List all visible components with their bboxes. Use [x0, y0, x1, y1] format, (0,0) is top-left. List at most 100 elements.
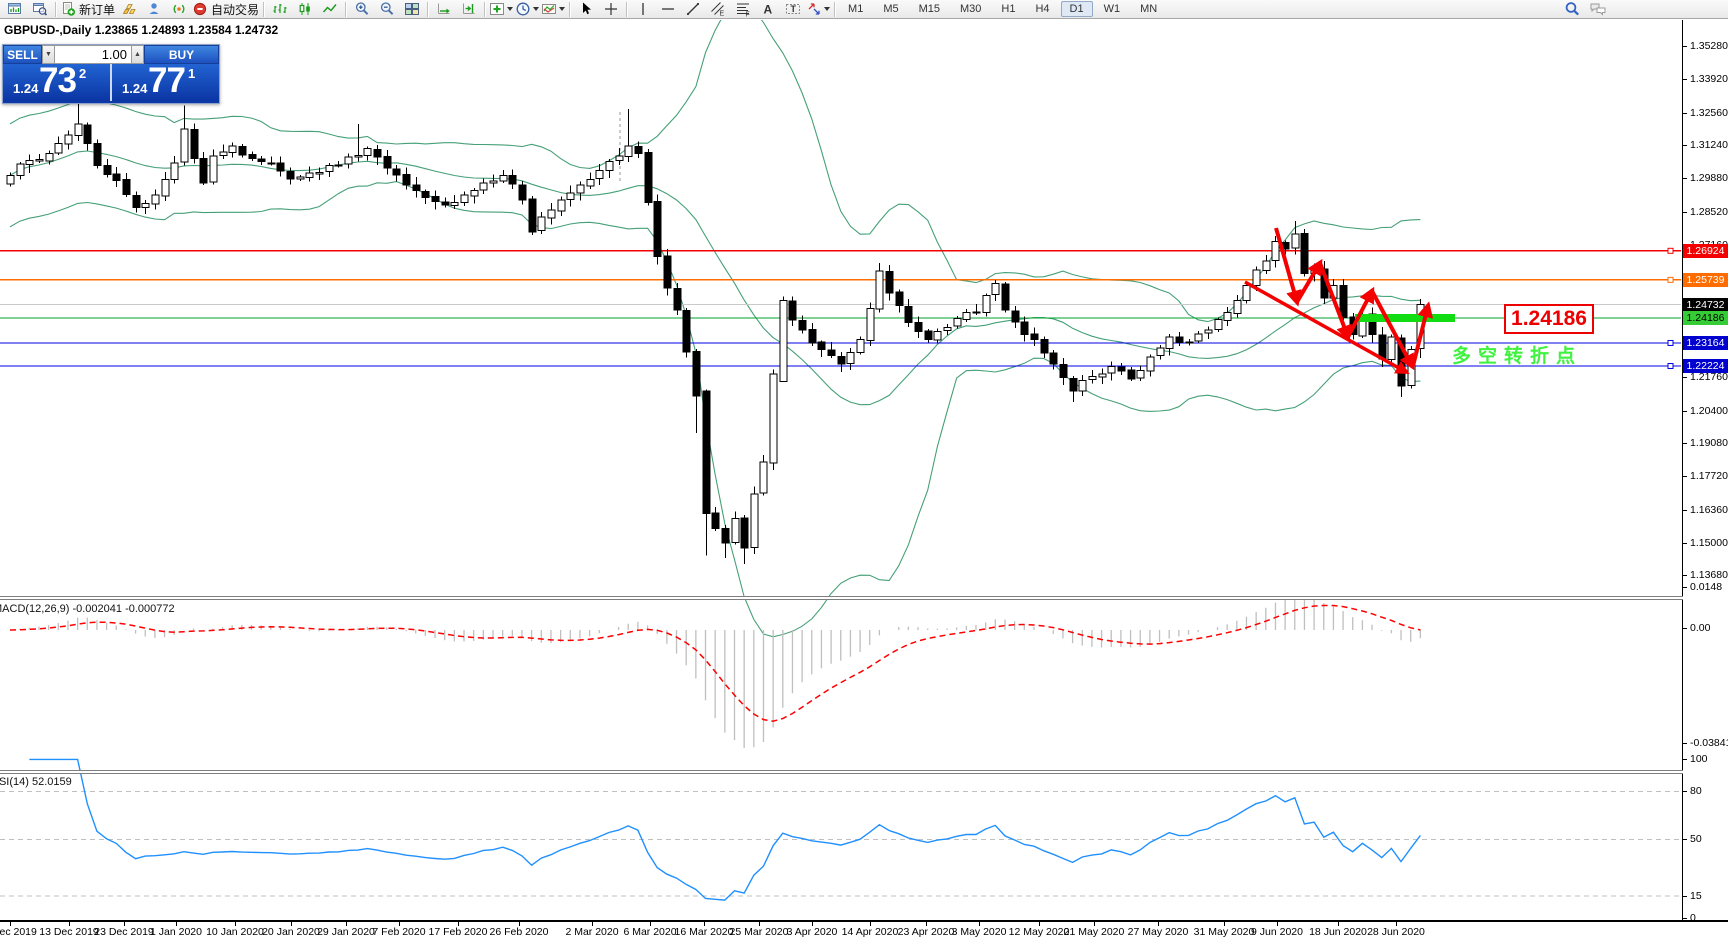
price-tick-label: 1.16360 — [1690, 503, 1728, 516]
date-label: 14 Apr 2020 — [841, 926, 899, 938]
buy-button[interactable]: BUY — [144, 45, 219, 64]
tf-button-M15[interactable]: M15 — [910, 1, 949, 17]
toolbar-button-equidistant-channel[interactable]: E — [705, 1, 730, 18]
toolbar-button-arrows[interactable] — [805, 1, 831, 18]
toolbar-button-signals[interactable] — [166, 1, 191, 18]
toolbar-button-search[interactable] — [1560, 1, 1585, 18]
toolbar-button-candles-chart[interactable] — [292, 1, 317, 18]
price-line-label-1.24186: 1.24186 — [1683, 310, 1728, 325]
date-label: 23 Dec 2019 — [94, 926, 154, 938]
sell-price-display[interactable]: 1.24 73 2 — [3, 64, 112, 101]
toolbar-button-community[interactable] — [141, 1, 166, 18]
hline-handle-1.23164[interactable] — [1667, 339, 1674, 346]
price-tick-label: 1.29880 — [1690, 172, 1728, 185]
toolbar-button-autotrading[interactable]: 自动交易 — [191, 1, 260, 18]
auto-scroll-icon — [436, 1, 452, 17]
macd-tick-mark — [1683, 587, 1687, 588]
macd-tick-label: -0.038415 — [1690, 737, 1728, 749]
chat-icon — [1589, 1, 1607, 17]
macd-tick-label: 0.0148 — [1690, 581, 1723, 593]
volume-increase-button[interactable]: ▲ — [131, 45, 144, 64]
rsi-tick-mark — [1683, 839, 1687, 840]
rsi-tick-mark — [1683, 759, 1687, 760]
indicators-caret-icon[interactable] — [507, 7, 514, 11]
toolbar-button-templates[interactable] — [540, 1, 566, 18]
toolbar-button-profiles[interactable] — [27, 1, 52, 18]
price-tick-label: 1.21760 — [1690, 371, 1728, 384]
indicators-icon — [489, 1, 505, 17]
buy-price-display[interactable]: 1.24 77 1 — [112, 64, 219, 101]
templates-caret-icon[interactable] — [559, 7, 566, 11]
toolbar-button-new-chart[interactable] — [2, 1, 27, 18]
date-label: 26 Feb 2020 — [489, 926, 549, 938]
tf-button-M5[interactable]: M5 — [874, 1, 907, 17]
toolbar-button-chat[interactable] — [1585, 1, 1610, 18]
price-tick-label: 1.17720 — [1690, 470, 1728, 483]
time-axis[interactable]: 3 Dec 201913 Dec 201923 Dec 20191 Jan 20… — [0, 922, 1728, 941]
date-label: 20 Jan 2020 — [262, 926, 320, 938]
green-highlight-bar[interactable] — [1355, 314, 1455, 322]
toolbar-button-tile-windows[interactable] — [399, 1, 424, 18]
tf-button-M1[interactable]: M1 — [839, 1, 872, 17]
date-label: 25 Mar 2020 — [729, 926, 789, 938]
price-tag-label[interactable]: 1.24186 — [1504, 304, 1594, 334]
toolbar-button-text-label[interactable]: T — [780, 1, 805, 18]
chart-canvas[interactable] — [0, 20, 1682, 922]
date-label: 23 Apr 2020 — [897, 926, 955, 938]
new-order-icon — [60, 1, 76, 17]
hline-handle-1.25739[interactable] — [1667, 276, 1674, 283]
price-tick-mark — [1683, 410, 1687, 412]
toolbar-button-line-chart[interactable] — [317, 1, 342, 18]
tf-button-MN[interactable]: MN — [1131, 1, 1166, 17]
toolbar-button-trendline[interactable] — [680, 1, 705, 18]
tf-button-H1[interactable]: H1 — [992, 1, 1024, 17]
toolbar-button-auto-scroll[interactable] — [431, 1, 456, 18]
hline-handle-1.22224[interactable] — [1667, 363, 1674, 370]
rsi-tick-label: 100 — [1690, 753, 1708, 765]
toolbar-button-chart-shift[interactable] — [456, 1, 481, 18]
macd-tick-mark — [1683, 743, 1687, 744]
tf-button-W1[interactable]: W1 — [1095, 1, 1130, 17]
toolbar: 新订单 自动交易 E F A T M1 M5 M15 M30 H1 H4 D1 W1 MN — [0, 0, 1728, 19]
pane-separator-rsi[interactable] — [0, 770, 1728, 774]
sell-button[interactable]: SELL — [3, 45, 42, 64]
sell-price-main: 73 — [39, 64, 77, 100]
tf-button-D1[interactable]: D1 — [1060, 1, 1093, 17]
date-label: 3 Apr 2020 — [786, 926, 838, 938]
search-icon — [1564, 1, 1581, 18]
tf-button-H4[interactable]: H4 — [1026, 1, 1058, 17]
rsi-tick-mark — [1683, 896, 1687, 897]
toolbar-button-horizontal-line[interactable] — [655, 1, 680, 18]
toolbar-button-text[interactable]: A — [755, 1, 780, 18]
tf-button-M30[interactable]: M30 — [951, 1, 990, 17]
toolbar-button-zoom-in[interactable] — [349, 1, 374, 18]
toolbar-button-new-order[interactable]: 新订单 — [59, 1, 116, 18]
toolbar-button-bars-chart[interactable] — [267, 1, 292, 18]
toolbar-button-crosshair[interactable] — [598, 1, 623, 18]
buy-price-main: 77 — [148, 64, 186, 100]
toolbar-button-zoom-out[interactable] — [374, 1, 399, 18]
price-tick-mark — [1683, 145, 1687, 147]
price-tick-label: 1.13680 — [1690, 569, 1728, 582]
volume-input[interactable] — [55, 45, 131, 64]
arrows-caret-icon[interactable] — [824, 7, 831, 11]
date-label: 31 May 2020 — [1193, 926, 1255, 938]
pane-separator-macd[interactable] — [0, 596, 1728, 600]
turning-point-text[interactable]: 多空转折点 — [1452, 341, 1582, 368]
toolbar-button-vertical-line[interactable] — [630, 1, 655, 18]
periods-caret-icon[interactable] — [533, 7, 540, 11]
toolbar-button-market[interactable] — [116, 1, 141, 18]
volume-decrease-button[interactable]: ▼ — [42, 45, 55, 64]
toolbar-button-periods[interactable] — [514, 1, 540, 18]
toolbar-button-fibonacci[interactable]: F — [730, 1, 755, 18]
rsi-tick-label: 80 — [1690, 785, 1702, 797]
date-label: 3 May 2020 — [951, 926, 1007, 938]
price-axis[interactable]: 1.35280 1.33920 1.32560 1.31240 1.29880 1.285… — [1683, 20, 1728, 924]
toolbar-separator — [834, 1, 836, 17]
toolbar-separator — [569, 1, 571, 17]
hline-handle-1.26924[interactable] — [1667, 247, 1674, 254]
toolbar-button-cursor[interactable] — [573, 1, 598, 18]
date-label: 10 Jan 2020 — [206, 926, 264, 938]
date-label: 17 Feb 2020 — [428, 926, 488, 938]
toolbar-button-indicators[interactable] — [488, 1, 514, 18]
